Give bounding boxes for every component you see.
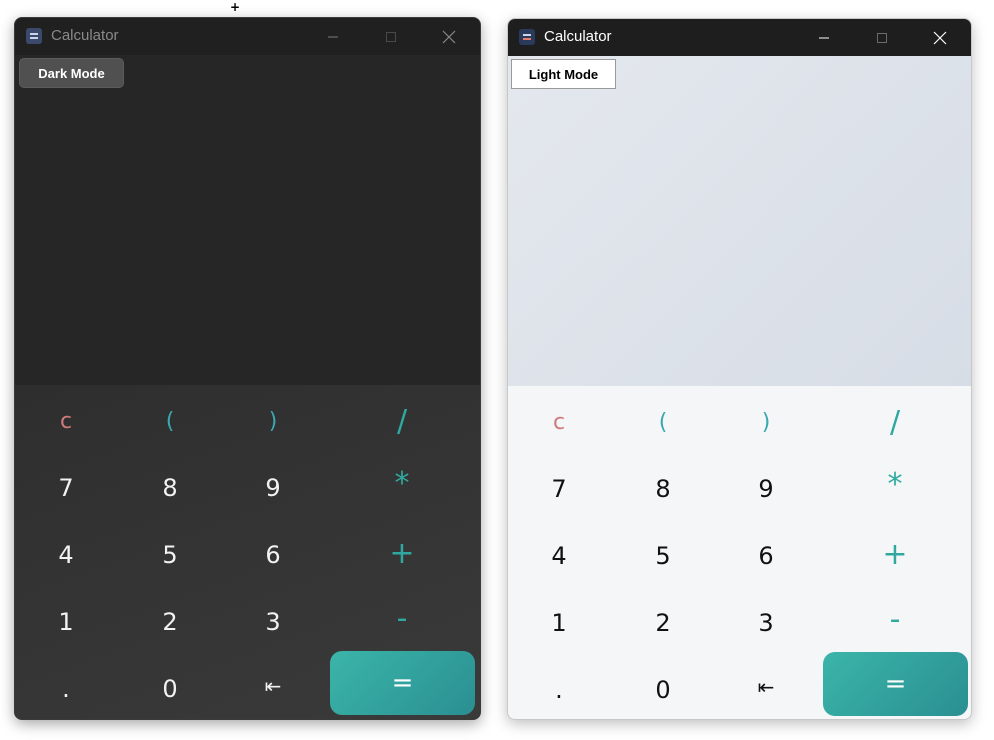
close-button[interactable] — [426, 18, 472, 55]
plus-key[interactable]: + — [362, 528, 442, 578]
digit-4-key[interactable]: 4 — [519, 531, 599, 581]
digit-0-key[interactable]: 0 — [623, 665, 703, 715]
digit-5-key[interactable]: 5 — [623, 531, 703, 581]
digit-7-key[interactable]: 7 — [26, 463, 106, 513]
digit-9-key[interactable]: 9 — [726, 464, 806, 514]
divide-key[interactable]: / — [855, 397, 935, 447]
clear-key[interactable]: c — [26, 396, 106, 446]
digit-8-key[interactable]: 8 — [623, 464, 703, 514]
digit-0-key[interactable]: 0 — [130, 664, 210, 714]
minimize-icon — [328, 36, 338, 37]
dark-mode-button[interactable]: Dark Mode — [19, 58, 124, 88]
maximize-icon — [877, 32, 887, 43]
close-paren-key[interactable]: ) — [233, 396, 313, 446]
calculator-window-dark: Calculator Dark Mode c ( ) / 7 8 9 * 4 5… — [14, 17, 481, 720]
mouse-cursor: + — [230, 0, 241, 14]
digit-1-key[interactable]: 1 — [26, 597, 106, 647]
calculator-app-icon — [519, 29, 535, 45]
title-bar[interactable]: Calculator — [508, 19, 971, 56]
digit-5-key[interactable]: 5 — [130, 530, 210, 580]
title-bar[interactable]: Calculator — [15, 18, 480, 55]
digit-8-key[interactable]: 8 — [130, 463, 210, 513]
result-display — [15, 55, 480, 385]
digit-9-key[interactable]: 9 — [233, 463, 313, 513]
close-button[interactable] — [917, 19, 963, 56]
digit-1-key[interactable]: 1 — [519, 598, 599, 648]
digit-3-key[interactable]: 3 — [233, 597, 313, 647]
close-paren-key[interactable]: ) — [726, 397, 806, 447]
minimize-button[interactable] — [310, 18, 356, 55]
decimal-key[interactable]: . — [26, 664, 106, 714]
maximize-button[interactable] — [368, 18, 414, 55]
window-title: Calculator — [544, 28, 612, 45]
digit-7-key[interactable]: 7 — [519, 464, 599, 514]
decimal-key[interactable]: . — [519, 665, 599, 715]
keypad: c ( ) / 7 8 9 * 4 5 6 + 1 2 3 - . 0 ⇤ = — [15, 385, 480, 719]
calculator-app-icon — [26, 28, 42, 44]
window-title: Calculator — [51, 27, 119, 44]
minus-key[interactable]: - — [362, 593, 442, 643]
light-mode-button[interactable]: Light Mode — [511, 59, 616, 89]
minimize-icon — [819, 37, 829, 38]
clear-key[interactable]: c — [519, 397, 599, 447]
result-display — [508, 56, 971, 386]
minus-key[interactable]: - — [855, 594, 935, 644]
multiply-key[interactable]: * — [855, 459, 935, 509]
multiply-key[interactable]: * — [362, 458, 442, 508]
equals-button[interactable]: = — [823, 652, 968, 716]
digit-6-key[interactable]: 6 — [233, 530, 313, 580]
equals-button[interactable]: = — [330, 651, 475, 715]
divide-key[interactable]: / — [362, 396, 442, 446]
backspace-key[interactable]: ⇤ — [233, 661, 313, 711]
maximize-button[interactable] — [859, 19, 905, 56]
open-paren-key[interactable]: ( — [130, 396, 210, 446]
digit-6-key[interactable]: 6 — [726, 531, 806, 581]
plus-key[interactable]: + — [855, 529, 935, 579]
keypad: c ( ) / 7 8 9 * 4 5 6 + 1 2 3 - . 0 ⇤ = — [508, 386, 971, 719]
minimize-button[interactable] — [801, 19, 847, 56]
digit-2-key[interactable]: 2 — [130, 597, 210, 647]
close-icon — [442, 30, 456, 43]
digit-3-key[interactable]: 3 — [726, 598, 806, 648]
calculator-window-light: Calculator Light Mode c ( ) / 7 8 9 * 4 … — [507, 18, 972, 720]
maximize-icon — [386, 31, 396, 42]
close-icon — [933, 31, 947, 44]
backspace-key[interactable]: ⇤ — [726, 662, 806, 712]
open-paren-key[interactable]: ( — [623, 397, 703, 447]
digit-4-key[interactable]: 4 — [26, 530, 106, 580]
digit-2-key[interactable]: 2 — [623, 598, 703, 648]
